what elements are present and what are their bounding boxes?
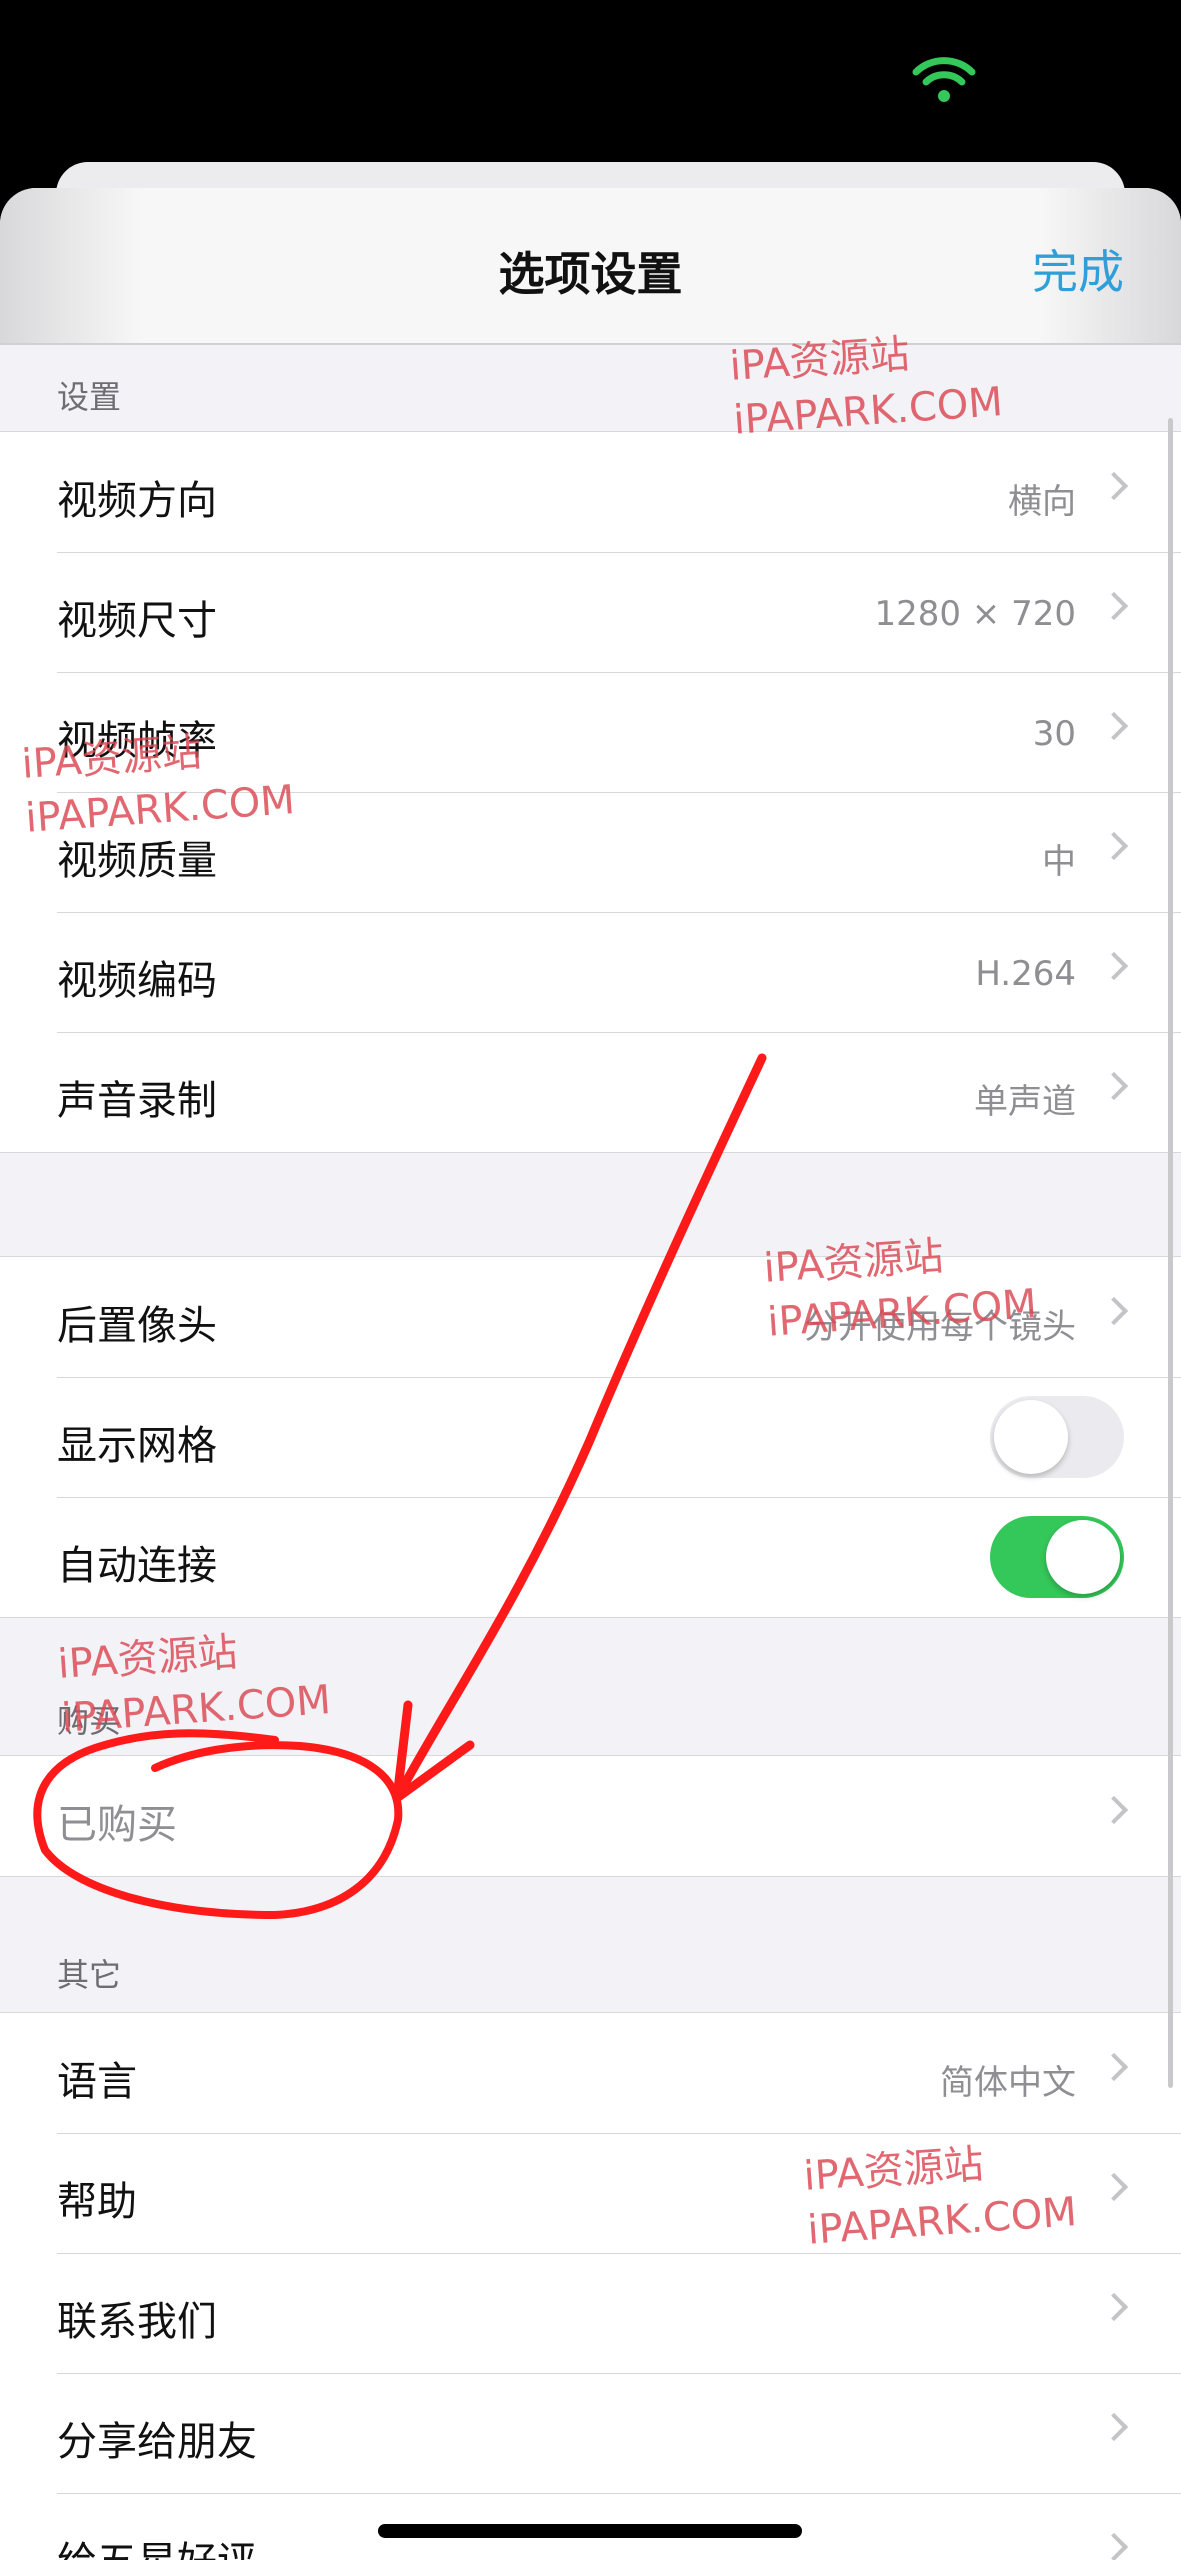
row-value: 单声道 bbox=[974, 1082, 1076, 1122]
section-header-settings: 设置 bbox=[57, 378, 122, 416]
chevron-right-icon bbox=[1099, 2052, 1129, 2082]
home-indicator[interactable] bbox=[378, 2524, 802, 2538]
watermark: iPA资源站 iPAPARK.COM bbox=[728, 331, 1005, 444]
row-value: 30 bbox=[1032, 714, 1076, 754]
navigation-bar: 选项设置 完成 bbox=[0, 188, 1181, 345]
row-label: 已购买 bbox=[57, 1802, 177, 1848]
row-language[interactable]: 语言 简体中文 bbox=[0, 2013, 1181, 2133]
chevron-right-icon bbox=[1099, 2412, 1129, 2442]
row-label: 视频方向 bbox=[57, 478, 217, 524]
chevron-right-icon bbox=[1099, 591, 1129, 621]
row-video-size[interactable]: 视频尺寸 1280 × 720 bbox=[0, 552, 1181, 672]
row-label: 自动连接 bbox=[57, 1543, 217, 1589]
row-label: 分享给朋友 bbox=[57, 2419, 257, 2465]
page-title: 选项设置 bbox=[498, 247, 683, 301]
row-audio-recording[interactable]: 声音录制 单声道 bbox=[0, 1032, 1181, 1152]
row-value: 横向 bbox=[1008, 482, 1076, 522]
row-contact-us[interactable]: 联系我们 bbox=[0, 2253, 1181, 2373]
wifi-icon bbox=[912, 57, 976, 102]
watermark: iPA资源站 iPAPARK.COM bbox=[802, 2141, 1079, 2254]
toggle-knob bbox=[994, 1400, 1068, 1474]
row-value: 简体中文 bbox=[940, 2063, 1076, 2103]
chevron-right-icon bbox=[1099, 2532, 1129, 2560]
row-purchased[interactable]: 已购买 bbox=[0, 1756, 1181, 1876]
show-grid-toggle[interactable] bbox=[990, 1396, 1124, 1478]
row-label: 视频尺寸 bbox=[57, 598, 217, 644]
chevron-right-icon bbox=[1099, 2292, 1129, 2322]
row-label: 给五星好评 bbox=[57, 2529, 257, 2560]
row-label: 帮助 bbox=[57, 2179, 137, 2225]
status-bar bbox=[0, 0, 1181, 160]
row-label: 联系我们 bbox=[57, 2299, 217, 2345]
watermark: iPA资源站 iPAPARK.COM bbox=[56, 1629, 333, 1742]
row-value: 1280 × 720 bbox=[874, 594, 1076, 634]
chevron-right-icon bbox=[1099, 471, 1129, 501]
watermark: iPA资源站 iPAPARK.COM bbox=[762, 1233, 1039, 1346]
row-video-codec[interactable]: 视频编码 H.264 bbox=[0, 912, 1181, 1032]
row-video-orientation[interactable]: 视频方向 横向 bbox=[0, 432, 1181, 552]
other-group: 语言 简体中文 帮助 联系我们 分享给朋友 给五星好评 bbox=[0, 2012, 1181, 2560]
chevron-right-icon bbox=[1099, 1071, 1129, 1101]
auto-connect-toggle[interactable] bbox=[990, 1516, 1124, 1598]
chevron-right-icon bbox=[1099, 831, 1129, 861]
row-share[interactable]: 分享给朋友 bbox=[0, 2373, 1181, 2493]
row-label: 语言 bbox=[57, 2059, 137, 2105]
row-label: 显示网格 bbox=[57, 1423, 217, 1469]
section-header-other: 其它 bbox=[57, 1956, 122, 1994]
chevron-right-icon bbox=[1099, 1296, 1129, 1326]
chevron-right-icon bbox=[1099, 1795, 1129, 1825]
watermark: iPA资源站 iPAPARK.COM bbox=[20, 729, 297, 842]
row-value: H.264 bbox=[975, 954, 1076, 994]
toggle-knob bbox=[1046, 1520, 1120, 1594]
row-auto-connect: 自动连接 bbox=[0, 1497, 1181, 1617]
done-button[interactable]: 完成 bbox=[1032, 236, 1124, 302]
row-show-grid: 显示网格 bbox=[0, 1377, 1181, 1497]
row-label: 视频编码 bbox=[57, 958, 217, 1004]
purchase-group: 已购买 bbox=[0, 1755, 1181, 1877]
row-label: 声音录制 bbox=[57, 1078, 217, 1124]
row-label: 后置像头 bbox=[57, 1303, 217, 1349]
row-value: 中 bbox=[1042, 842, 1076, 882]
chevron-right-icon bbox=[1099, 951, 1129, 981]
chevron-right-icon bbox=[1099, 711, 1129, 741]
scrollbar[interactable] bbox=[1168, 418, 1173, 2088]
chevron-right-icon bbox=[1099, 2172, 1129, 2202]
